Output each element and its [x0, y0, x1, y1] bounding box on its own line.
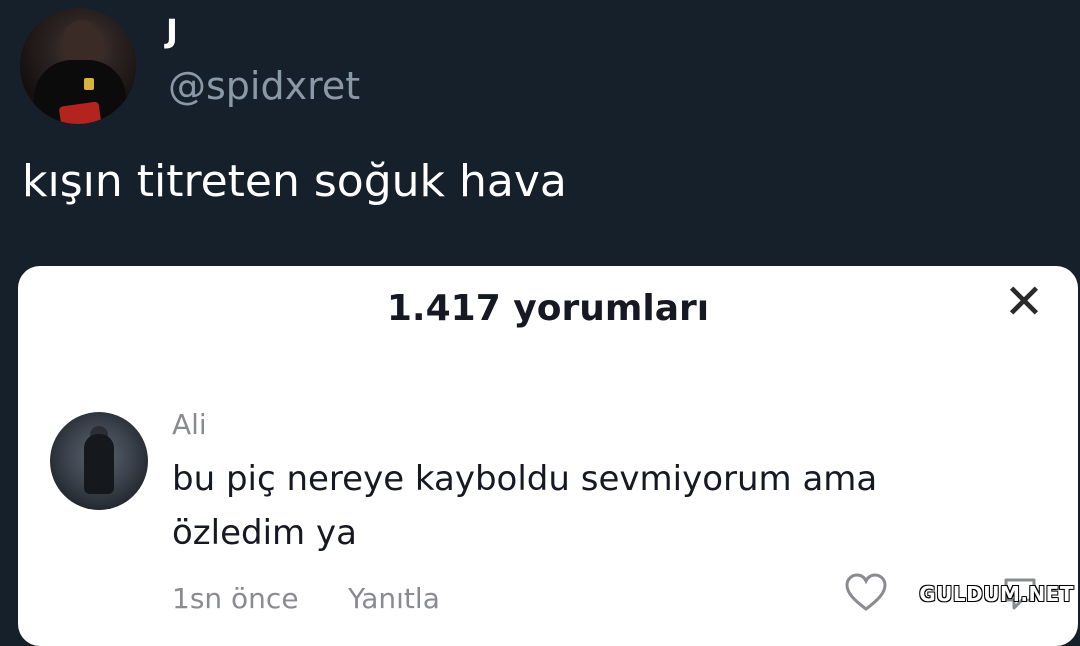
tweet-author-avatar[interactable]: [20, 8, 136, 124]
watermark: GULDUM.NET: [919, 582, 1074, 606]
tweet-text: kışın titreten soğuk hava: [22, 156, 567, 207]
avatar-crest: [84, 78, 94, 90]
comment-author[interactable]: Ali: [172, 408, 207, 441]
comment-avatar[interactable]: [50, 412, 148, 510]
tweet-display-name[interactable]: J: [166, 12, 178, 50]
comments-count-title: 1.417 yorumları: [386, 288, 710, 329]
avatar-figure-body: [84, 434, 114, 494]
tweet-handle[interactable]: @spidxret: [168, 64, 360, 108]
heart-icon[interactable]: [844, 572, 888, 612]
reply-button[interactable]: Yanıtla: [348, 582, 440, 615]
comment-text: bu piç nereye kayboldu sevmiyorum ama öz…: [172, 459, 878, 553]
comment-timestamp: 1sn önce: [172, 582, 299, 615]
close-icon[interactable]: ✕: [1002, 278, 1046, 326]
